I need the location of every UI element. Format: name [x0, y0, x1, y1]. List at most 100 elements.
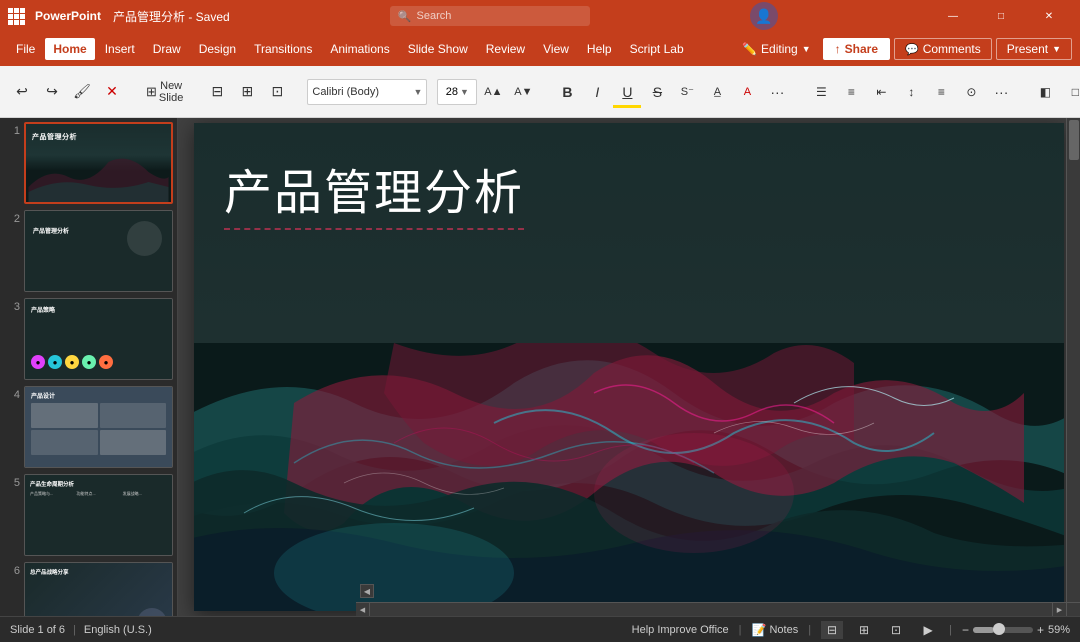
comments-button[interactable]: 💬 Comments	[894, 38, 992, 60]
view-group: ⊟ ⊞ ⊡	[203, 78, 291, 106]
language-info: English (U.S.)	[84, 624, 152, 636]
menu-review[interactable]: Review	[478, 38, 533, 60]
increase-font-btn[interactable]: A▲	[479, 78, 507, 106]
ribbon: ↩ ↪ 🖌 ✕ ⊞ New Slide ⊟ ⊞ ⊡ Calibri (Body)…	[0, 66, 1080, 118]
slide-title-area[interactable]: 产品管理分析	[224, 153, 1034, 230]
underline-button[interactable]: U	[613, 78, 641, 106]
slide-thumbnail-5[interactable]: 5 产品生命周期分析 产品策略与... 功能特点... 发展战略...	[4, 474, 173, 556]
windows-icon[interactable]	[8, 8, 25, 25]
italic-button[interactable]: I	[583, 78, 611, 106]
align-text-btn[interactable]: ≡	[927, 78, 955, 106]
slide-number-3: 3	[4, 298, 20, 313]
font-name-selector[interactable]: Calibri (Body) ▼	[307, 79, 427, 105]
thumb2-title: 产品管理分析	[33, 226, 69, 235]
new-slide-container[interactable]: ⊞ New Slide	[142, 78, 187, 106]
menu-slideshow[interactable]: Slide Show	[400, 38, 476, 60]
slide-thumb-img-5: 产品生命周期分析 产品策略与... 功能特点... 发展战略...	[24, 474, 173, 556]
strikethrough-button[interactable]: S	[643, 78, 671, 106]
slide-thumbnail-3[interactable]: 3 产品策略 ● ● ● ● ●	[4, 298, 173, 380]
notes-button[interactable]: 📝 Notes	[752, 623, 799, 637]
menu-animations[interactable]: Animations	[322, 38, 397, 60]
shape-outline-btn[interactable]: □	[1061, 78, 1080, 106]
redo-button[interactable]: ↪	[38, 78, 66, 106]
share-button[interactable]: ↑ Share	[823, 38, 890, 60]
editing-mode-button[interactable]: ✏️ Editing ▼	[734, 39, 819, 59]
present-button[interactable]: Present ▼	[996, 38, 1072, 60]
font-size-selector[interactable]: 28 ▼	[437, 79, 477, 105]
help-improve-text: Help Improve Office	[632, 624, 729, 636]
scroll-left-button[interactable]: ◀	[360, 584, 374, 598]
reading-view-btn[interactable]: ⊡	[263, 78, 291, 106]
slide-number-2: 2	[4, 210, 20, 225]
text-direction-btn[interactable]: ↕	[897, 78, 925, 106]
thumb6-title: 总产品战略分享	[30, 568, 69, 576]
shape-fill-btn[interactable]: ◧	[1031, 78, 1059, 106]
indent-decrease-btn[interactable]: ⇤	[867, 78, 895, 106]
status-right: Help Improve Office | 📝 Notes | ⊟ ⊞ ⊡ ▶ …	[632, 621, 1070, 639]
slide-art-section	[194, 343, 1064, 611]
minimize-button[interactable]: —	[930, 0, 976, 32]
clipboard-group: ⊞ New Slide	[142, 78, 187, 106]
menu-insert[interactable]: Insert	[97, 38, 143, 60]
clear-format-button[interactable]: ✕	[98, 78, 126, 106]
menu-transitions[interactable]: Transitions	[246, 38, 320, 60]
reading-view-button[interactable]: ⊡	[885, 621, 907, 639]
scroll-right-btn[interactable]: ▶	[1052, 603, 1066, 617]
slide-sorter-view-button[interactable]: ⊞	[853, 621, 875, 639]
slide-thumbnail-1[interactable]: 1 产品管理分析	[4, 122, 173, 204]
notes-label: Notes	[769, 624, 798, 636]
slide-number-5: 5	[4, 474, 20, 489]
menu-design[interactable]: Design	[191, 38, 244, 60]
thumb1-title: 产品管理分析	[32, 132, 77, 142]
normal-view-button[interactable]: ⊟	[821, 621, 843, 639]
zoom-slider[interactable]	[973, 627, 1033, 633]
app-name: PowerPoint	[35, 9, 101, 23]
menu-draw[interactable]: Draw	[145, 38, 189, 60]
decrease-font-btn[interactable]: A▼	[509, 78, 537, 106]
bold-button[interactable]: B	[553, 78, 581, 106]
undo-button[interactable]: ↩	[8, 78, 36, 106]
numbering-button[interactable]: ≡	[837, 78, 865, 106]
menu-help[interactable]: Help	[579, 38, 620, 60]
close-button[interactable]: ✕	[1026, 0, 1072, 32]
undo-group: ↩ ↪ 🖌 ✕	[8, 78, 126, 106]
slide-title[interactable]: 产品管理分析	[224, 153, 524, 230]
zoom-area: − + 59%	[962, 623, 1070, 637]
slide-thumb-img-2: 产品管理分析	[24, 210, 173, 292]
vertical-scrollbar[interactable]	[1066, 118, 1080, 602]
scroll-left-btn[interactable]: ◀	[356, 603, 370, 617]
search-bar[interactable]: 🔍 Search	[390, 6, 590, 26]
comments-label: Comments	[923, 42, 981, 56]
user-avatar[interactable]: 👤	[750, 2, 778, 30]
right-actions: ✏️ Editing ▼ ↑ Share 💬 Comments Present …	[734, 38, 1072, 60]
status-bar: Slide 1 of 6 | English (U.S.) Help Impro…	[0, 616, 1080, 642]
menu-scriptlab[interactable]: Script Lab	[622, 38, 692, 60]
slide-thumbnail-6[interactable]: 6 总产品战略分享 ▲	[4, 562, 173, 616]
title-bar: PowerPoint 产品管理分析 - Saved 🔍 Search 👤 — □…	[0, 0, 1080, 32]
more-paragraph-options[interactable]: ···	[987, 78, 1015, 106]
menu-bar: File Home Insert Draw Design Transitions…	[0, 32, 1080, 66]
slide-panel: 1 产品管理分析 2 产品管理分析	[0, 118, 178, 616]
text-format-group: B I U S S⁻ A̲ A ···	[553, 78, 791, 106]
zoom-in-button[interactable]: +	[1037, 623, 1044, 637]
format-painter-button[interactable]: 🖌	[68, 78, 96, 106]
zoom-out-button[interactable]: −	[962, 623, 969, 637]
menu-home[interactable]: Home	[45, 38, 94, 60]
menu-file[interactable]: File	[8, 38, 43, 60]
slide-sorter-btn[interactable]: ⊞	[233, 78, 261, 106]
text-shadow-button[interactable]: S⁻	[673, 78, 701, 106]
drawing-group: ◧ □ ◈	[1031, 78, 1080, 106]
font-color-button[interactable]: A	[733, 78, 761, 106]
slide-thumbnail-4[interactable]: 4 产品设计	[4, 386, 173, 468]
menu-view[interactable]: View	[535, 38, 577, 60]
slideshow-view-button[interactable]: ▶	[917, 621, 939, 639]
highlight-color-button[interactable]: A̲	[703, 78, 731, 106]
normal-view-btn[interactable]: ⊟	[203, 78, 231, 106]
slide-thumbnail-2[interactable]: 2 产品管理分析	[4, 210, 173, 292]
bullets-button[interactable]: ☰	[807, 78, 835, 106]
convert-to-smartart-btn[interactable]: ⊙	[957, 78, 985, 106]
maximize-button[interactable]: □	[978, 0, 1024, 32]
new-slide-label: New Slide	[159, 80, 183, 104]
slide-thumb-img-3: 产品策略 ● ● ● ● ●	[24, 298, 173, 380]
more-text-options[interactable]: ···	[763, 78, 791, 106]
